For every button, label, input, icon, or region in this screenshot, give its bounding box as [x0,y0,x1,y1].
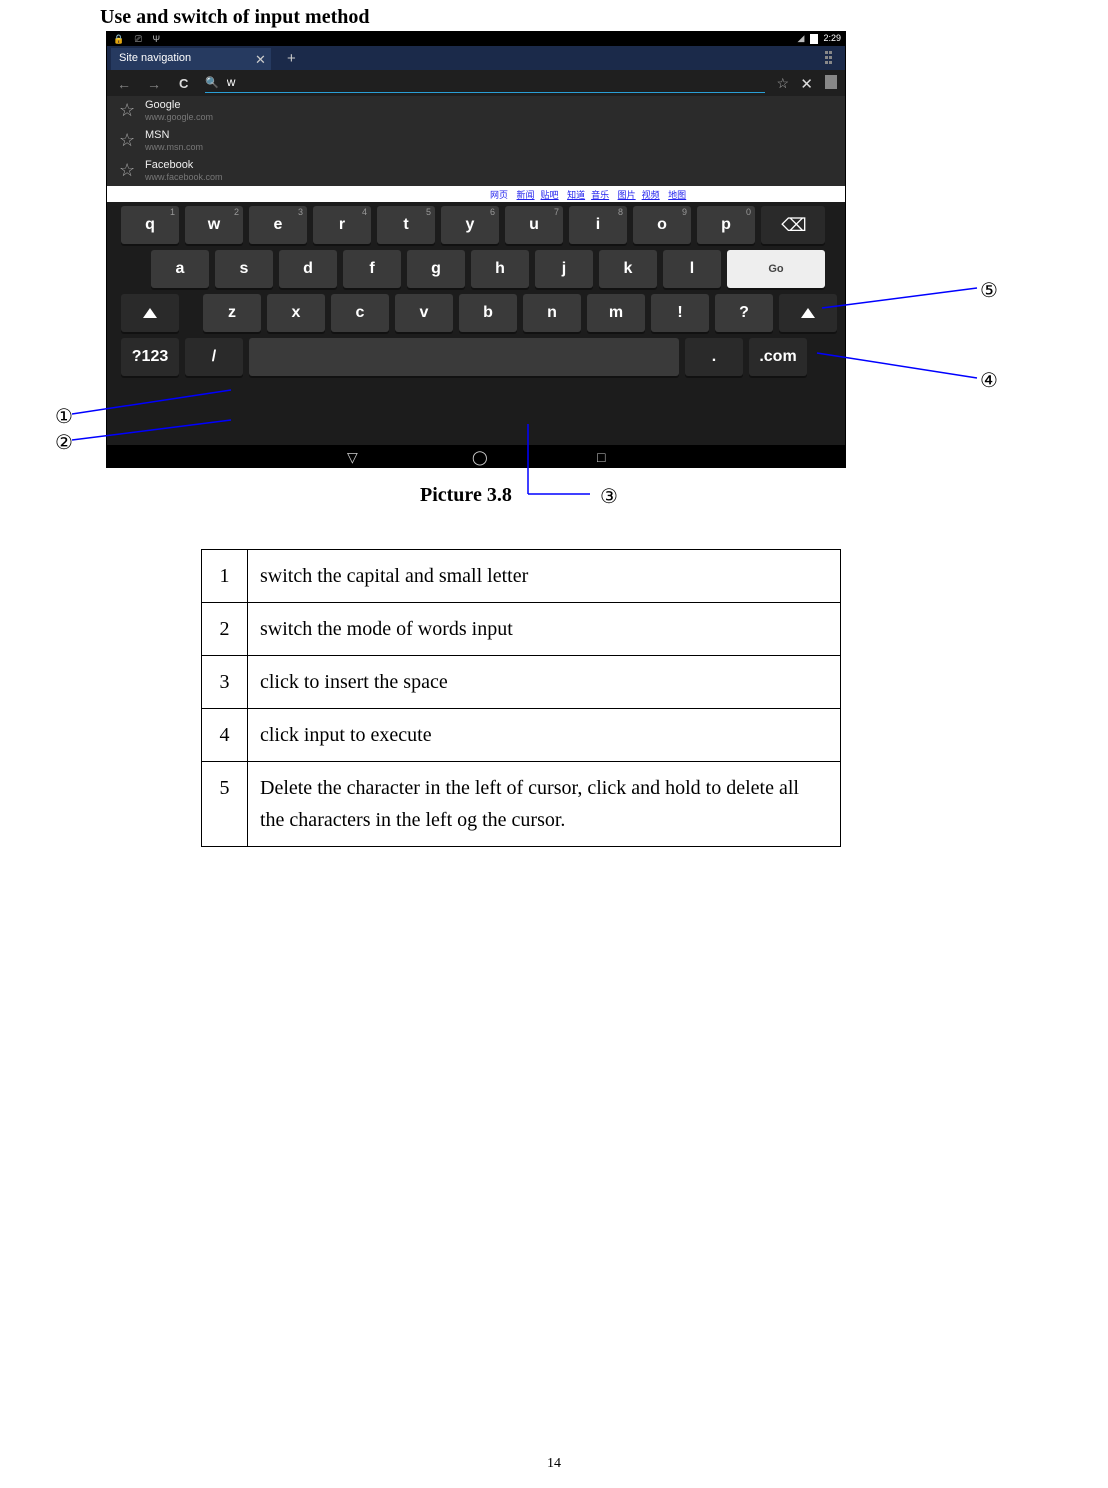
key-qmark[interactable]: ? [715,294,773,332]
key-t[interactable]: 5t [377,206,435,244]
slash-key[interactable]: / [185,338,243,376]
key-i[interactable]: 8i [569,206,627,244]
url-bar: ← → C 🔍 ☆ ✕ [107,70,845,96]
annotation-3: ③ [600,484,618,509]
legend-table: 1switch the capital and small letter 2sw… [201,549,841,847]
annotation-4: ④ [980,368,998,393]
star-icon: ☆ [119,130,135,151]
key-u[interactable]: 7u [505,206,563,244]
key-v[interactable]: v [395,294,453,332]
key-h[interactable]: h [471,250,529,288]
suggestion-row[interactable]: ☆ Facebook www.facebook.com [107,156,845,186]
suggestion-title: MSN [145,129,169,141]
key-y[interactable]: 6y [441,206,499,244]
key-s[interactable]: s [215,250,273,288]
search-icon: 🔍 [205,77,219,89]
forward-icon[interactable]: → [147,76,161,92]
key-b[interactable]: b [459,294,517,332]
page-links: 网页 新闻贴吧 知道音乐 图片视频 地图 [487,188,689,201]
nav-home-icon[interactable]: ◯ [472,449,488,466]
backspace-key[interactable]: ⌫ [761,206,825,244]
figure-caption: Picture 3.8 [420,484,512,507]
key-d[interactable]: d [279,250,337,288]
key-k[interactable]: k [599,250,657,288]
shift-key-right[interactable] [779,294,837,332]
key-c[interactable]: c [331,294,389,332]
key-r[interactable]: 4r [313,206,371,244]
clock: 2:29 [823,33,841,43]
table-row: 5Delete the character in the left of cur… [202,762,841,847]
browser-tab[interactable]: Site navigation [111,48,271,70]
status-icons-left: 🔒 ⎚ Ψ [113,34,164,45]
annotation-2: ② [55,430,73,455]
page-number: 14 [0,1456,1108,1472]
battery-icon [810,34,818,44]
screen-icon: ⎚ [135,34,146,44]
nav-back-icon[interactable]: ▽ [347,449,358,466]
key-j[interactable]: j [535,250,593,288]
key-m[interactable]: m [587,294,645,332]
section-title: Use and switch of input method [100,6,369,29]
soft-keyboard: 1q2w3e4r5t6y7u8i9o0p⌫ asdfghjklGo zxcvbnm!… [107,202,845,445]
table-row: 1switch the capital and small letter [202,550,841,603]
shift-key-left[interactable] [121,294,179,332]
clear-icon[interactable]: ✕ [800,75,813,93]
back-icon[interactable]: ← [117,76,131,92]
table-row: 2switch the mode of words input [202,603,841,656]
go-key[interactable]: Go [727,250,825,288]
key-n[interactable]: n [523,294,581,332]
network-icon: ◢ [798,33,805,44]
mode-key[interactable]: ?123 [121,338,179,376]
table-row: 3click to insert the space [202,656,841,709]
annotation-5: ⑤ [980,278,998,303]
usb-icon: Ψ [152,34,164,44]
browser-tabbar: Site navigation ✕ + [107,46,845,70]
dotcom-key[interactable]: .com [749,338,807,376]
page-preview-strip: 网页 新闻贴吧 知道音乐 图片视频 地图 [107,186,845,202]
key-q[interactable]: 1q [121,206,179,244]
key-g[interactable]: g [407,250,465,288]
key-f[interactable]: f [343,250,401,288]
key-p[interactable]: 0p [697,206,755,244]
system-navbar: ▽ ◯ □ [107,445,845,467]
new-tab-icon[interactable]: + [287,50,296,67]
device-screenshot: 🔒 ⎚ Ψ ◢ 2:29 Site navigation ✕ + ← → C 🔍 [106,31,846,468]
key-o[interactable]: 9o [633,206,691,244]
key-l[interactable]: l [663,250,721,288]
annotation-1: ① [55,404,73,429]
table-row: 4click input to execute [202,709,841,762]
key-w[interactable]: 2w [185,206,243,244]
key-excl[interactable]: ! [651,294,709,332]
favorite-icon[interactable]: ☆ [776,75,789,92]
reload-icon[interactable]: C [179,76,188,91]
space-key[interactable] [249,338,679,376]
suggestion-url: www.facebook.com [145,172,223,182]
suggestion-url: www.google.com [145,112,213,122]
overflow-menu-icon[interactable] [825,51,833,66]
nav-recent-icon[interactable]: □ [597,449,605,465]
suggestion-url: www.msn.com [145,142,203,152]
key-z[interactable]: z [203,294,261,332]
suggestion-row[interactable]: ☆ MSN www.msn.com [107,126,845,156]
url-input-wrap: 🔍 [205,73,765,93]
key-a[interactable]: a [151,250,209,288]
suggestion-row[interactable]: ☆ Google www.google.com [107,96,845,126]
suggestion-title: Facebook [145,159,193,171]
bookmark-icon[interactable] [825,75,837,89]
suggestion-title: Google [145,99,180,111]
lock-icon: 🔒 [113,34,128,44]
key-x[interactable]: x [267,294,325,332]
key-e[interactable]: 3e [249,206,307,244]
url-input[interactable] [227,75,675,89]
dot-key[interactable]: . [685,338,743,376]
close-tab-icon[interactable]: ✕ [255,52,266,68]
status-icons-right: ◢ 2:29 [798,33,841,44]
star-icon: ☆ [119,160,135,181]
star-icon: ☆ [119,100,135,121]
status-bar: 🔒 ⎚ Ψ ◢ 2:29 [107,32,845,46]
